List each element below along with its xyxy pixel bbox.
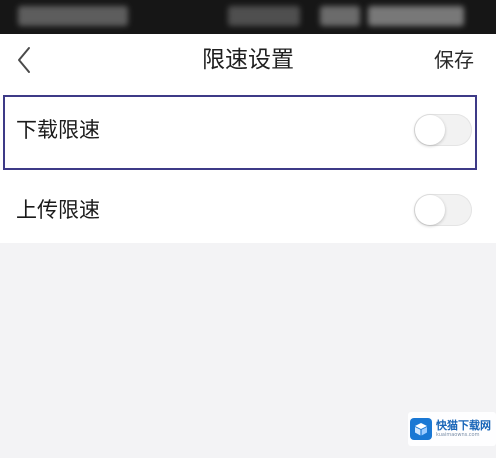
watermark-logo <box>410 418 432 440</box>
toggle-knob <box>415 115 445 145</box>
blurred-status-info <box>368 6 464 26</box>
watermark-text: 快猫下载网 kuaimaowns.com <box>436 419 491 439</box>
toggle-knob <box>415 195 445 225</box>
upload-limit-row[interactable]: 上传限速 <box>0 172 496 248</box>
chevron-left-icon <box>18 47 30 73</box>
watermark-url: kuaimaowns.com <box>436 432 480 438</box>
upload-limit-label: 上传限速 <box>16 198 100 222</box>
blurred-status-info <box>228 6 300 26</box>
blurred-status-info <box>320 6 360 26</box>
back-button[interactable] <box>8 42 48 82</box>
download-limit-label: 下载限速 <box>16 118 100 142</box>
blurred-status-info <box>18 6 128 26</box>
upload-limit-toggle[interactable] <box>414 194 472 226</box>
navigation-bar: 限速设置 保存 <box>0 34 496 90</box>
box-icon <box>415 423 427 436</box>
status-bar <box>0 0 496 34</box>
watermark: 快猫下载网 kuaimaowns.com <box>408 412 496 446</box>
watermark-name: 快猫下载网 <box>436 419 491 432</box>
save-button[interactable]: 保存 <box>434 34 474 90</box>
settings-list: 下载限速 上传限速 <box>0 90 496 243</box>
download-limit-row[interactable]: 下载限速 <box>0 90 496 170</box>
page-title: 限速设置 <box>202 47 294 73</box>
download-limit-toggle[interactable] <box>414 114 472 146</box>
